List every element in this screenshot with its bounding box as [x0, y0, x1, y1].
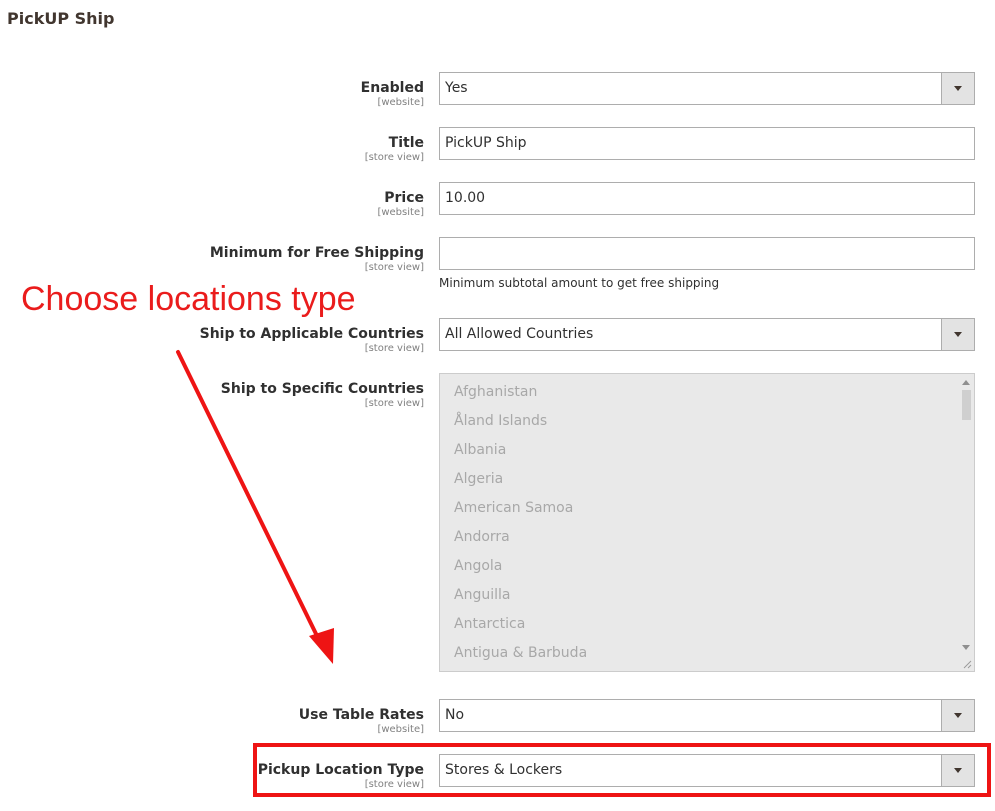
annotation-arrow [176, 350, 334, 664]
